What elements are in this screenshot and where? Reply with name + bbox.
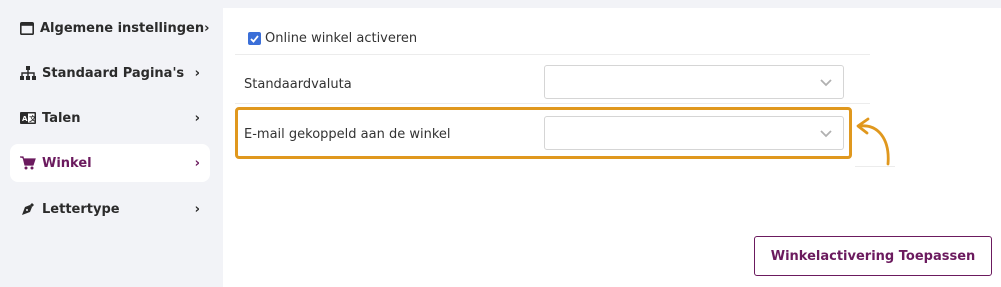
currency-select[interactable] [544, 65, 844, 99]
sidebar-item-font[interactable]: Lettertype › [10, 190, 210, 228]
currency-label: Standaardvaluta [244, 77, 352, 92]
chevron-down-icon [820, 79, 832, 87]
sidebar-item-general-settings[interactable]: Algemene instellingen › [10, 9, 210, 47]
divider [235, 103, 870, 104]
sidebar-item-default-pages[interactable]: Standaard Pagina's › [10, 54, 210, 92]
language-icon: A文 [20, 110, 36, 126]
chevron-right-icon: › [194, 201, 200, 217]
chevron-right-icon: › [204, 20, 210, 36]
email-select[interactable] [544, 116, 844, 150]
chevron-right-icon: › [194, 65, 200, 81]
window-icon [20, 20, 34, 36]
email-label: E-mail gekoppeld aan de winkel [244, 127, 451, 142]
sidebar-item-label: Lettertype [42, 201, 120, 217]
divider [235, 54, 870, 55]
pen-nib-icon [20, 201, 36, 217]
curved-arrow-icon [856, 117, 890, 166]
sidebar-item-label: Algemene instellingen [40, 20, 205, 36]
sitemap-icon [20, 65, 36, 81]
enable-shop-label: Online winkel activeren [265, 31, 418, 46]
settings-sidebar: Algemene instellingen › Standaard Pagina… [0, 0, 213, 287]
sidebar-item-languages[interactable]: A文 Talen › [10, 99, 210, 137]
enable-shop-checkbox[interactable] [248, 32, 261, 45]
sidebar-item-label: Winkel [42, 155, 92, 171]
enable-shop-option[interactable]: Online winkel activeren [248, 31, 417, 46]
panel-left-border [213, 0, 223, 287]
sidebar-item-label: Talen [42, 110, 81, 126]
sidebar-item-label: Standaard Pagina's [42, 65, 185, 81]
checkmark-icon [250, 34, 259, 43]
svg-text:A: A [22, 115, 28, 123]
panel-top-border [213, 0, 1001, 8]
chevron-down-icon [820, 130, 832, 138]
svg-text:文: 文 [29, 114, 36, 123]
chevron-right-icon: › [194, 155, 200, 171]
cart-icon [20, 155, 36, 171]
sidebar-item-shop[interactable]: Winkel › [10, 144, 210, 182]
chevron-right-icon: › [194, 110, 200, 126]
apply-shop-activation-button[interactable]: Winkelactivering Toepassen [754, 236, 992, 276]
